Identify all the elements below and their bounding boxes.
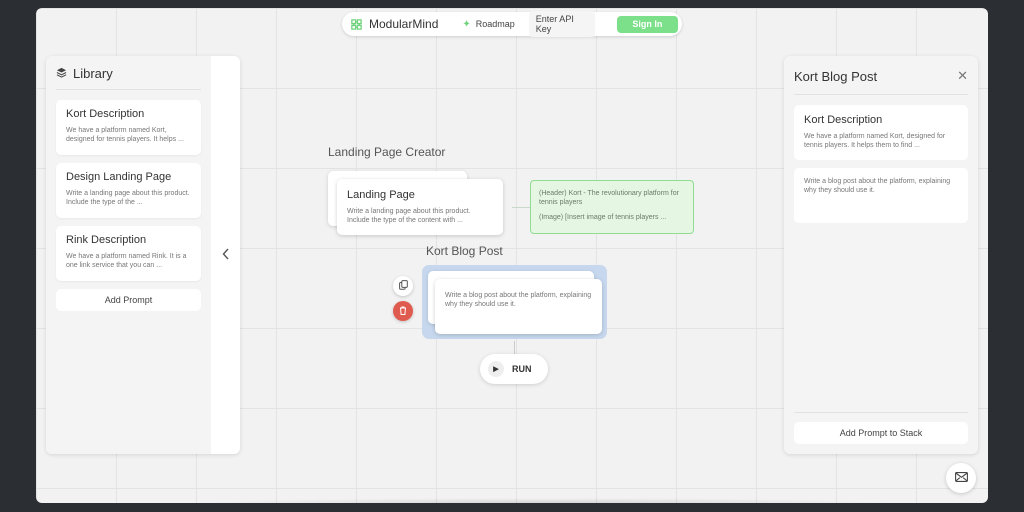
stack-item-text: Write a blog post about the platform, ex… — [804, 178, 951, 194]
trash-icon — [399, 306, 407, 317]
panel-title: Kort Blog Post — [794, 68, 878, 84]
stack-item[interactable]: Write a blog post about the platform, ex… — [794, 168, 968, 223]
stack-item[interactable]: Kort Description We have a platform name… — [794, 105, 968, 160]
library-header: Library — [56, 66, 201, 90]
library-panel: Library Kort Description We have a platf… — [46, 56, 240, 454]
prompt-node-landing-page[interactable]: Landing Page Write a landing page about … — [337, 179, 503, 235]
library-content: Library Kort Description We have a platf… — [46, 56, 211, 454]
collapse-panel-button[interactable] — [211, 56, 240, 454]
node-text: Write a landing page about this product.… — [347, 208, 471, 224]
output-node[interactable]: (Header) Kort - The revolutionary platfo… — [530, 180, 694, 234]
library-item-title: Rink Description — [66, 234, 147, 246]
library-item[interactable]: Kort Description We have a platform name… — [56, 100, 201, 155]
run-button[interactable]: ▶ RUN — [480, 354, 548, 384]
stack-item-title: Kort Description — [804, 114, 883, 126]
logo-icon — [351, 18, 362, 30]
api-key-input[interactable]: Enter API Key — [528, 11, 595, 37]
brand[interactable]: ModularMind — [350, 17, 438, 31]
group-title-landing-page-creator: Landing Page Creator — [328, 145, 446, 159]
library-item-text: Write a landing page about this product.… — [66, 190, 190, 206]
stack-detail-panel: Kort Blog Post ✕ Kort Description We hav… — [784, 56, 978, 454]
node-title: Landing Page — [347, 189, 415, 201]
sparkle-icon: ✦ — [462, 18, 471, 30]
layers-icon — [56, 66, 67, 81]
node-text: Write a blog post about the platform, ex… — [445, 292, 592, 308]
library-item-title: Kort Description — [66, 108, 145, 120]
panel-divider — [794, 412, 968, 413]
mail-icon — [954, 469, 968, 487]
delete-button[interactable] — [393, 301, 413, 321]
app-canvas[interactable]: ModularMind ✦ Roadmap Enter API Key Sign… — [36, 8, 988, 503]
run-connector — [514, 341, 515, 355]
add-prompt-to-stack-button[interactable]: Add Prompt to Stack — [794, 422, 968, 444]
chevron-left-icon — [222, 248, 230, 263]
output-text-line: (Image) [Insert image of tennis players … — [539, 214, 667, 221]
library-item[interactable]: Design Landing Page Write a landing page… — [56, 163, 201, 218]
brand-name: ModularMind — [369, 17, 439, 31]
library-item[interactable]: Rink Description We have a platform name… — [56, 226, 201, 281]
top-navbar: ModularMind ✦ Roadmap Enter API Key Sign… — [342, 11, 682, 37]
library-item-title: Design Landing Page — [66, 171, 172, 183]
play-icon: ▶ — [488, 361, 504, 377]
feedback-button[interactable] — [946, 463, 976, 493]
group-title-kort-blog-post: Kort Blog Post — [426, 244, 503, 258]
panel-header: Kort Blog Post ✕ — [794, 68, 968, 95]
output-text-line: (Header) Kort - The revolutionary platfo… — [539, 190, 679, 206]
add-prompt-button[interactable]: Add Prompt — [56, 289, 201, 311]
bottom-shadow — [176, 498, 916, 503]
stack-item-text: We have a platform named Kort, designed … — [804, 133, 946, 149]
sign-in-button[interactable]: Sign In — [616, 15, 678, 33]
close-icon[interactable]: ✕ — [957, 68, 968, 84]
copy-button[interactable] — [393, 276, 413, 296]
copy-icon — [398, 280, 408, 292]
roadmap-link[interactable]: ✦ Roadmap — [462, 19, 514, 30]
prompt-node-blog-post[interactable]: Write a blog post about the platform, ex… — [435, 279, 602, 334]
library-item-text: We have a platform named Kort, designed … — [66, 127, 184, 143]
library-title: Library — [73, 66, 113, 81]
library-item-text: We have a platform named Rink. It is a o… — [66, 253, 187, 269]
connector-line — [512, 207, 530, 208]
run-label: RUN — [512, 364, 532, 374]
roadmap-label: Roadmap — [475, 19, 515, 29]
